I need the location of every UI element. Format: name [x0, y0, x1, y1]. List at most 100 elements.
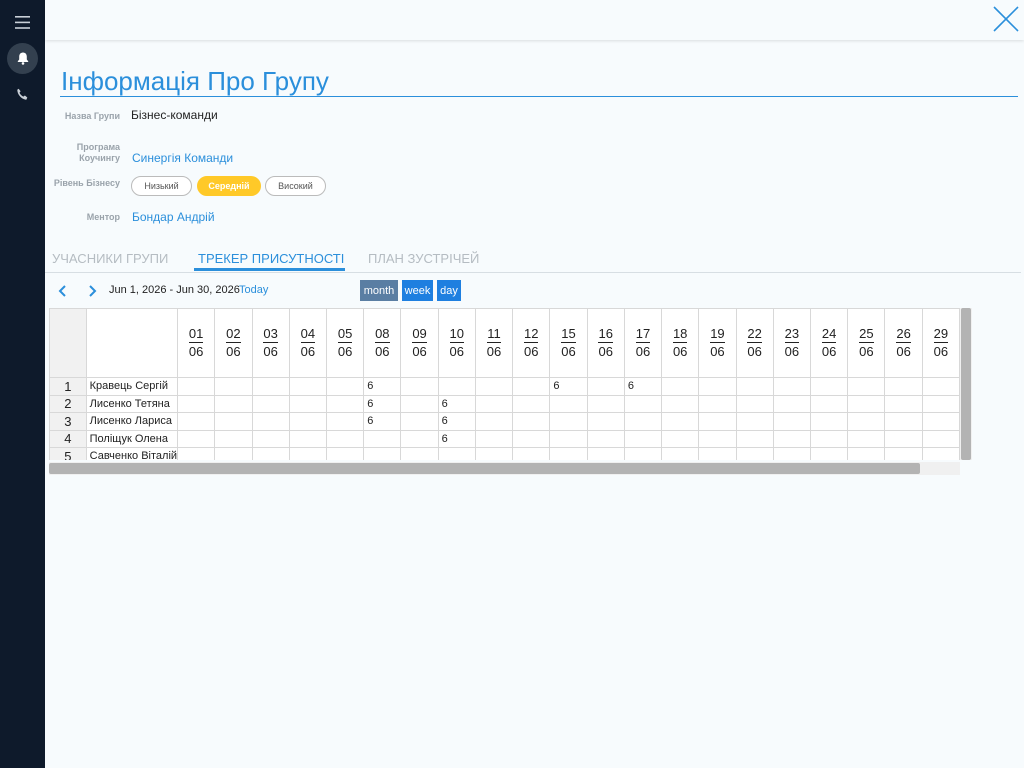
program-link[interactable]: Синергія Команди	[132, 151, 233, 165]
month-view-button[interactable]: month	[360, 280, 398, 301]
attendance-cell[interactable]	[698, 377, 737, 396]
attendance-cell[interactable]	[921, 377, 960, 396]
attendance-cell[interactable]: 6	[437, 412, 476, 431]
attendance-cell[interactable]	[921, 412, 960, 431]
attendance-cell[interactable]	[698, 412, 737, 431]
attendance-cell[interactable]	[288, 412, 327, 431]
level-medium-pill[interactable]: Середній	[197, 176, 261, 196]
attendance-cell[interactable]	[251, 394, 290, 413]
attendance-cell[interactable]	[549, 429, 588, 448]
attendance-cell[interactable]	[214, 394, 253, 413]
attendance-cell[interactable]	[512, 447, 551, 460]
attendance-cell[interactable]	[661, 394, 700, 413]
attendance-cell[interactable]	[586, 377, 625, 396]
attendance-cell[interactable]	[549, 412, 588, 431]
close-icon[interactable]	[991, 4, 1021, 34]
attendance-cell[interactable]	[177, 447, 216, 460]
attendance-cell[interactable]	[288, 394, 327, 413]
attendance-cell[interactable]	[847, 412, 886, 431]
mentor-link[interactable]: Бондар Андрій	[132, 210, 215, 224]
attendance-cell[interactable]	[661, 429, 700, 448]
attendance-cell[interactable]	[735, 429, 774, 448]
attendance-cell[interactable]	[325, 412, 365, 431]
attendance-cell[interactable]	[512, 394, 551, 413]
attendance-cell[interactable]	[810, 377, 849, 396]
attendance-cell[interactable]	[661, 377, 700, 396]
attendance-cell[interactable]	[400, 447, 439, 460]
attendance-cell[interactable]	[474, 377, 514, 396]
attendance-cell[interactable]	[698, 394, 737, 413]
attendance-cell[interactable]	[810, 429, 849, 448]
attendance-cell[interactable]	[847, 377, 886, 396]
attendance-cell[interactable]	[325, 429, 365, 448]
attendance-cell[interactable]	[772, 429, 812, 448]
attendance-cell[interactable]	[772, 377, 812, 396]
attendance-cell[interactable]	[177, 429, 216, 448]
attendance-cell[interactable]	[251, 412, 290, 431]
vertical-scrollbar[interactable]	[960, 308, 972, 460]
attendance-cell[interactable]	[474, 429, 514, 448]
attendance-cell[interactable]	[177, 394, 216, 413]
attendance-cell[interactable]	[214, 377, 253, 396]
attendance-cell[interactable]	[474, 447, 514, 460]
attendance-cell[interactable]	[177, 412, 216, 431]
attendance-cell[interactable]	[586, 447, 625, 460]
attendance-cell[interactable]	[400, 412, 439, 431]
attendance-cell[interactable]	[325, 394, 365, 413]
attendance-cell[interactable]	[884, 429, 923, 448]
attendance-cell[interactable]	[474, 412, 514, 431]
attendance-cell[interactable]	[586, 394, 625, 413]
attendance-cell[interactable]	[810, 412, 849, 431]
attendance-cell[interactable]	[698, 429, 737, 448]
attendance-cell[interactable]	[847, 394, 886, 413]
attendance-cell[interactable]	[549, 447, 588, 460]
attendance-cell[interactable]	[884, 377, 923, 396]
attendance-cell[interactable]	[810, 447, 849, 460]
attendance-cell[interactable]	[512, 429, 551, 448]
attendance-cell[interactable]	[214, 429, 253, 448]
bell-icon[interactable]	[7, 43, 38, 74]
horizontal-scroll-thumb[interactable]	[49, 463, 920, 474]
attendance-cell[interactable]	[623, 412, 663, 431]
attendance-cell[interactable]	[735, 447, 774, 460]
attendance-cell[interactable]	[549, 394, 588, 413]
attendance-cell[interactable]	[325, 377, 365, 396]
attendance-cell[interactable]	[921, 429, 960, 448]
attendance-cell[interactable]	[325, 447, 365, 460]
attendance-cell[interactable]	[363, 429, 402, 448]
level-high-pill[interactable]: Високий	[265, 176, 326, 196]
attendance-cell[interactable]	[810, 394, 849, 413]
attendance-cell[interactable]	[735, 412, 774, 431]
attendance-cell[interactable]	[884, 447, 923, 460]
attendance-cell[interactable]	[847, 447, 886, 460]
horizontal-scrollbar[interactable]	[49, 462, 960, 475]
attendance-cell[interactable]	[921, 447, 960, 460]
attendance-cell[interactable]	[363, 447, 402, 460]
attendance-cell[interactable]	[772, 447, 812, 460]
attendance-cell[interactable]	[884, 412, 923, 431]
prev-arrow-icon[interactable]	[55, 283, 71, 299]
attendance-cell[interactable]	[735, 377, 774, 396]
attendance-cell[interactable]	[847, 429, 886, 448]
attendance-cell[interactable]: 6	[623, 377, 663, 396]
attendance-cell[interactable]	[661, 412, 700, 431]
attendance-cell[interactable]	[400, 394, 439, 413]
attendance-cell[interactable]: 6	[363, 412, 402, 431]
attendance-cell[interactable]	[623, 394, 663, 413]
attendance-cell[interactable]	[772, 412, 812, 431]
attendance-cell[interactable]: 6	[549, 377, 588, 396]
attendance-cell[interactable]	[623, 447, 663, 460]
attendance-cell[interactable]	[288, 429, 327, 448]
attendance-cell[interactable]	[251, 377, 290, 396]
attendance-cell[interactable]	[512, 377, 551, 396]
tab-group-members[interactable]: УЧАСНИКИ ГРУПИ	[52, 251, 168, 266]
attendance-cell[interactable]	[623, 429, 663, 448]
attendance-cell[interactable]	[288, 447, 327, 460]
phone-icon[interactable]	[7, 79, 38, 110]
attendance-cell[interactable]	[251, 429, 290, 448]
attendance-cell[interactable]	[586, 429, 625, 448]
week-view-button[interactable]: week	[402, 280, 433, 301]
attendance-cell[interactable]	[214, 447, 253, 460]
attendance-cell[interactable]	[772, 394, 812, 413]
day-view-button[interactable]: day	[437, 280, 461, 301]
